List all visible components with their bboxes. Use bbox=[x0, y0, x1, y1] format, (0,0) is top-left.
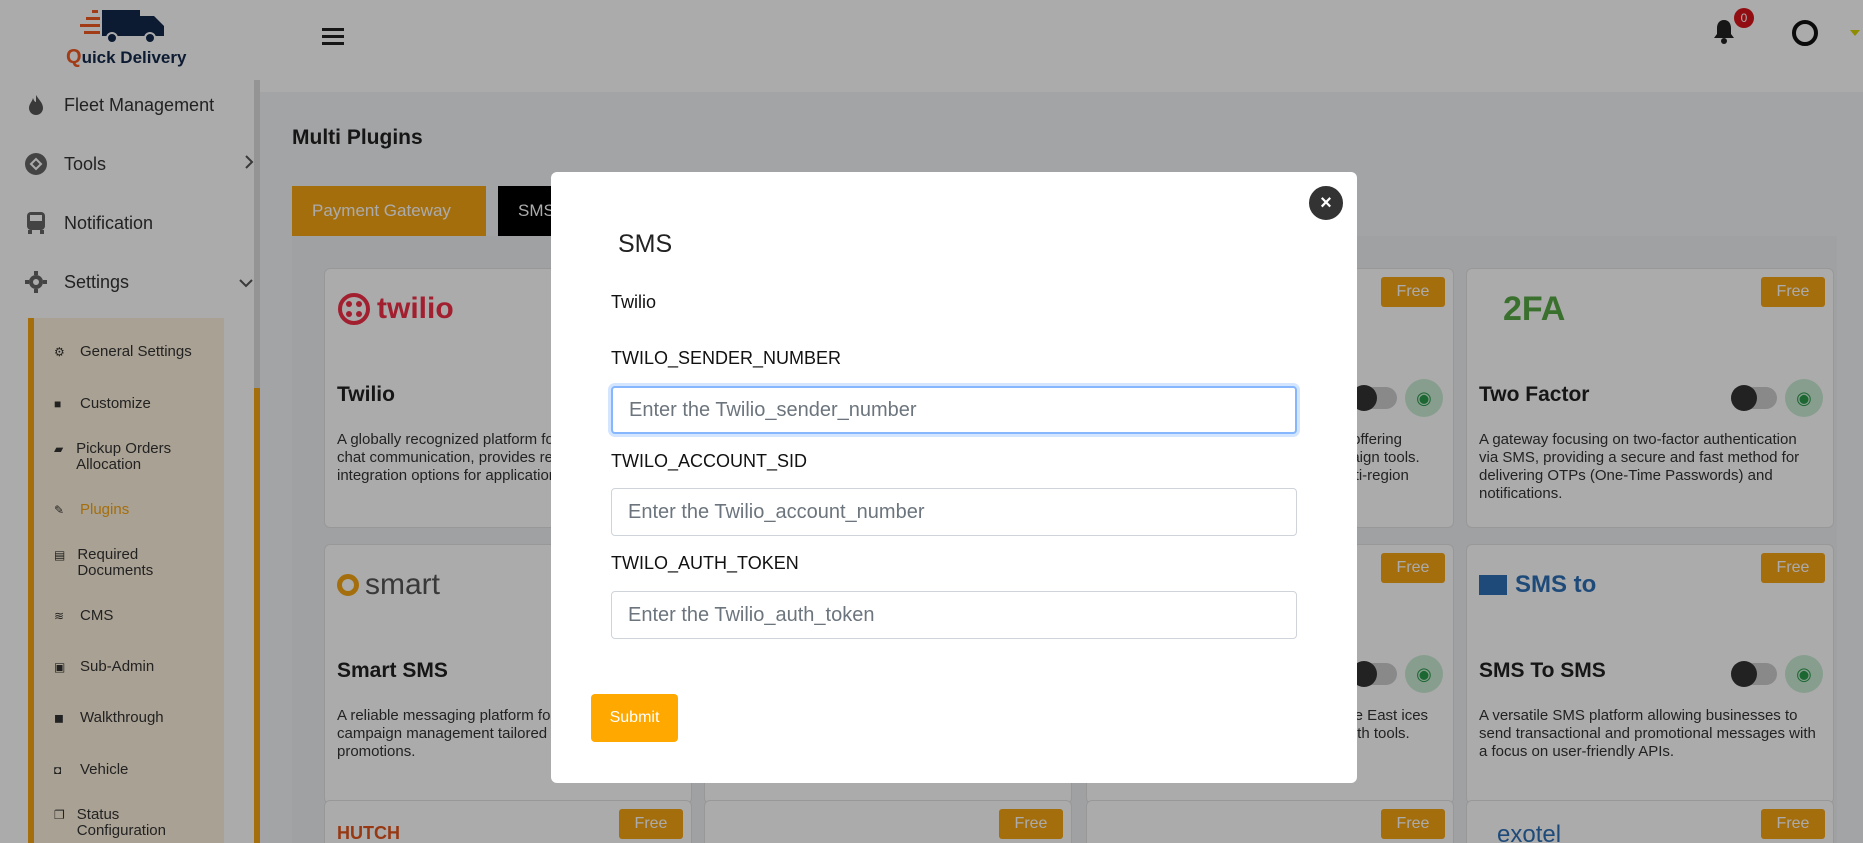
account-sid-input[interactable] bbox=[611, 488, 1297, 536]
sms-config-modal: × SMS Twilio TWILO_SENDER_NUMBER TWILO_A… bbox=[551, 172, 1357, 783]
sender-number-label: TWILO_SENDER_NUMBER bbox=[611, 348, 842, 368]
auth-token-input[interactable] bbox=[611, 591, 1297, 639]
submit-button[interactable]: Submit bbox=[591, 694, 678, 742]
auth-token-label: TWILO_AUTH_TOKEN bbox=[611, 553, 799, 573]
account-sid-label: TWILO_ACCOUNT_SID bbox=[611, 451, 808, 471]
sender-number-input[interactable] bbox=[611, 386, 1297, 434]
provider-name: Twilio bbox=[611, 292, 657, 312]
close-icon[interactable]: × bbox=[1307, 184, 1345, 222]
modal-title: SMS bbox=[618, 230, 673, 258]
